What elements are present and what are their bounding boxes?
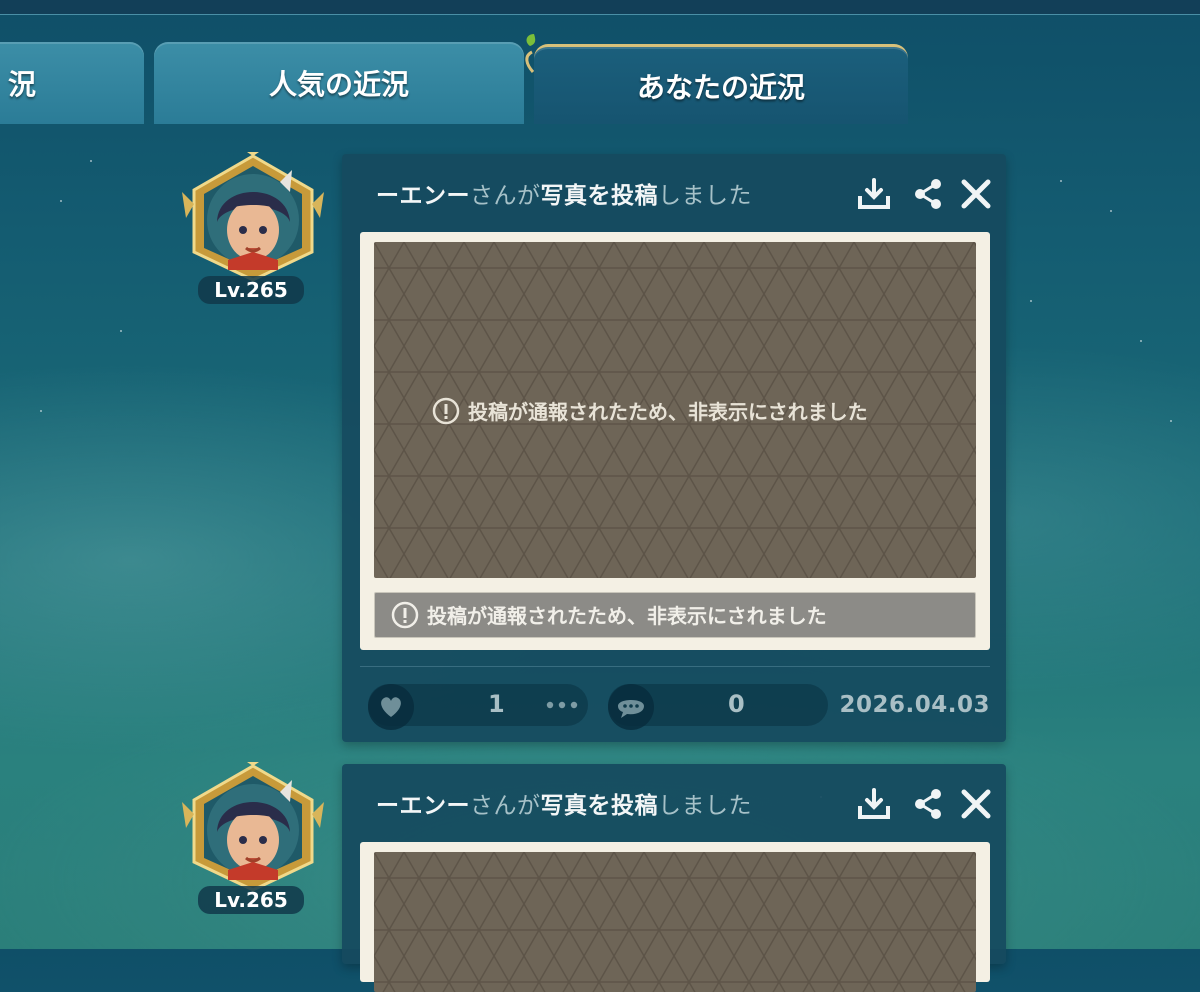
avatar-frame-icon xyxy=(182,760,324,892)
leaf-ornament-icon xyxy=(525,34,536,73)
comment-bubble-icon xyxy=(618,700,644,718)
share-icon[interactable] xyxy=(910,176,946,212)
user-avatar[interactable]: Lv.265 xyxy=(180,150,326,308)
exclamation-circle-icon xyxy=(391,601,419,628)
close-icon[interactable] xyxy=(958,786,994,822)
tab-recent-partial[interactable]: 況 xyxy=(0,42,144,124)
download-icon[interactable] xyxy=(856,176,892,212)
comment-count: 0 xyxy=(728,690,745,718)
tab-label: あなたの近況 xyxy=(636,70,805,104)
photo-notice-text: 投稿が通報されたため、非表示にされました xyxy=(468,400,868,424)
hidden-photo[interactable] xyxy=(374,852,976,992)
hidden-photo[interactable]: 投稿が通報されたため、非表示にされました xyxy=(374,242,976,578)
post-card: ーエンーさんが写真を投稿しました xyxy=(342,764,1006,992)
post-header: ーエンーさんが写真を投稿しました xyxy=(376,786,752,820)
header-verb: 写真を投稿 xyxy=(540,183,658,209)
photo-hidden-notice: 投稿が通報されたため、非表示にされました xyxy=(432,396,868,425)
caption-notice-bar: 投稿が通報されたため、非表示にされました xyxy=(374,592,976,638)
user-name[interactable]: ーエンー xyxy=(376,793,470,819)
more-dots-icon[interactable] xyxy=(544,698,580,712)
share-icon[interactable] xyxy=(910,786,946,822)
like-button[interactable] xyxy=(368,684,414,730)
triangle-pattern xyxy=(374,852,976,992)
user-level-badge: Lv.265 xyxy=(198,276,304,304)
tab-popular[interactable]: 人気の近況 xyxy=(154,42,524,124)
post-header: ーエンーさんが写真を投稿しました xyxy=(376,176,752,210)
tab-label: 況 xyxy=(7,68,36,101)
user-level-badge: Lv.265 xyxy=(198,886,304,914)
user-avatar[interactable]: Lv.265 xyxy=(180,760,326,918)
avatar-frame-icon xyxy=(182,150,324,282)
tab-yours[interactable]: あなたの近況 xyxy=(534,44,908,124)
close-icon[interactable] xyxy=(958,176,994,212)
photo-frame xyxy=(360,842,990,992)
header-suffix: しました xyxy=(658,793,752,819)
post-card: ーエンーさんが写真を投稿しました xyxy=(342,154,1006,742)
header-san-ga: さんが xyxy=(470,793,541,819)
header-suffix: しました xyxy=(658,183,752,209)
download-icon[interactable] xyxy=(856,786,892,822)
comment-button[interactable] xyxy=(608,684,654,730)
exclamation-circle-icon xyxy=(432,397,460,424)
tab-label: 人気の近況 xyxy=(268,68,409,101)
header-verb: 写真を投稿 xyxy=(540,793,658,819)
photo-frame: 投稿が通報されたため、非表示にされました 投稿が通報されたため、非表示にされまし… xyxy=(360,232,990,650)
footer-divider xyxy=(360,666,990,667)
post-date: 2026.04.03 xyxy=(839,692,990,718)
user-name[interactable]: ーエンー xyxy=(376,183,470,209)
header-san-ga: さんが xyxy=(470,183,541,209)
caption-notice-text: 投稿が通報されたため、非表示にされました xyxy=(427,604,827,628)
like-count: 1 xyxy=(488,690,505,718)
heart-icon xyxy=(381,697,401,717)
top-strip xyxy=(0,0,1200,15)
caption-hidden-notice: 投稿が通報されたため、非表示にされました xyxy=(391,600,827,629)
